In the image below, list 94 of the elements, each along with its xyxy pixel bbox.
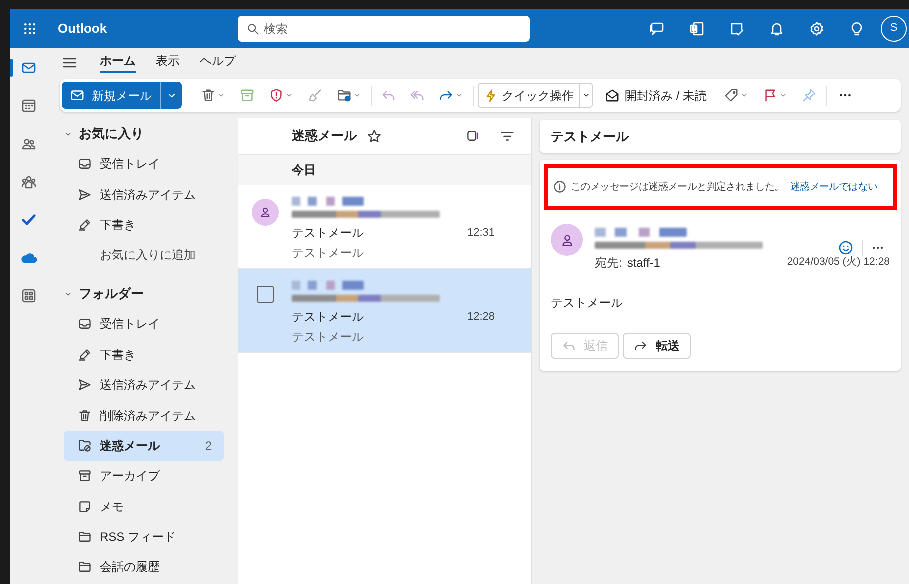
redacted-sender-name [292, 281, 364, 290]
folder-icon [78, 560, 92, 574]
forward-icon [439, 88, 454, 103]
person-icon [258, 206, 272, 219]
chat-icon [649, 20, 665, 36]
forward-button[interactable]: 転送 [623, 333, 691, 359]
email-body: テストメール [550, 295, 624, 312]
sent-date: 2024/03/05 (火) 12:28 [787, 255, 890, 270]
folder-item[interactable]: 削除済みアイテム [64, 400, 224, 431]
ribbon-tab[interactable]: ヘルプ [200, 51, 236, 73]
folder-title: 迷惑メール [292, 127, 357, 146]
select-icon [466, 129, 480, 143]
person-icon [560, 232, 574, 248]
folder-item[interactable]: 下書き [64, 210, 224, 240]
emoji-reaction-button[interactable] [838, 240, 854, 256]
folder-item[interactable]: 会話の履歴 [64, 552, 224, 583]
message-time: 12:31 [467, 226, 495, 241]
favorite-button[interactable] [367, 128, 382, 144]
checkbox[interactable] [256, 286, 274, 303]
lightbulb-icon [849, 20, 865, 36]
to-label: 宛先: [595, 255, 622, 272]
unread-count: 2 [205, 438, 212, 455]
sent-icon [78, 378, 92, 392]
ribbon-tab[interactable]: 表示 [156, 51, 180, 73]
sweep-icon [308, 88, 323, 103]
drafts-icon [78, 218, 92, 232]
open-envelope-icon [605, 88, 620, 103]
message-time: 12:28 [467, 310, 495, 325]
app-grid-icon [22, 22, 36, 36]
notes-icon [78, 500, 92, 514]
reply-all-icon [410, 88, 425, 103]
section-header[interactable]: お気に入り [64, 119, 224, 149]
note-app-icon [689, 20, 705, 36]
calendar-icon [21, 98, 37, 114]
search-icon [246, 22, 260, 36]
folder-item[interactable]: 送信済みアイテム [64, 179, 224, 210]
section-header[interactable]: フォルダー [64, 279, 224, 310]
move-icon [337, 88, 352, 103]
folder-item[interactable]: アーカイブ [64, 461, 224, 492]
email-subject: テストメール [551, 128, 629, 146]
inbox-icon [78, 317, 92, 332]
junk-icon [78, 438, 92, 453]
bell-icon [769, 20, 785, 36]
task-icon [729, 20, 745, 36]
select-button[interactable] [466, 129, 480, 143]
folder-item[interactable]: 迷惑メール 2 [64, 430, 224, 462]
deleted-icon [78, 408, 92, 423]
ribbon-tab[interactable]: ホーム [100, 51, 136, 73]
report-icon [269, 88, 284, 103]
sent-icon [78, 188, 92, 202]
not-junk-link[interactable]: 迷惑メールではない [790, 180, 878, 194]
apps-icon [21, 288, 37, 304]
tag-icon [724, 88, 740, 103]
drafts-icon [78, 348, 92, 362]
folder-item[interactable]: RSS フィード [64, 522, 224, 552]
smiley-icon [838, 240, 854, 256]
message-subject: テストメール [292, 225, 365, 242]
people-icon [21, 136, 37, 152]
settings-icon [809, 20, 825, 36]
redacted-sender-name [292, 197, 364, 206]
mail-icon [70, 88, 85, 103]
app-name: Outlook [58, 20, 108, 38]
reply-icon [381, 88, 396, 103]
folder-item[interactable]: 送信済みアイテム [64, 370, 224, 400]
delete-icon [201, 88, 216, 103]
read-unread-button[interactable]: 開封済み / 未読 [597, 82, 716, 109]
star-icon [367, 128, 382, 144]
message-subject: テストメール [292, 309, 365, 326]
folder-item[interactable]: 受信トレイ [64, 149, 224, 180]
inbox-icon [78, 157, 92, 172]
search-field[interactable]: 検索 [238, 16, 530, 42]
message-preview: テストメール [292, 329, 364, 346]
message-row[interactable]: テストメール 12:28 テストメール [238, 269, 531, 353]
date-group-header: 今日 [292, 162, 316, 179]
groups-icon [21, 174, 37, 190]
flag-icon [763, 88, 778, 103]
todo-icon [21, 212, 37, 228]
forward-icon [634, 339, 648, 353]
folder-item[interactable]: 下書き [64, 340, 224, 370]
folder-item[interactable]: メモ [64, 492, 224, 522]
recipient-name: staff-1 [627, 255, 660, 272]
add-favorite-link[interactable]: お気に入りに追加 [64, 240, 224, 270]
archive-icon [78, 469, 92, 484]
mail-icon [21, 60, 37, 76]
info-icon [553, 180, 567, 194]
reply-icon [562, 339, 576, 353]
lightning-icon [484, 88, 498, 102]
message-preview: テストメール [292, 245, 364, 262]
junk-notice-text: このメッセージは迷惑メールと判定されました。 [571, 180, 784, 194]
pin-icon [802, 88, 818, 103]
archive-icon [240, 88, 255, 103]
account-avatar[interactable]: S [881, 16, 907, 42]
folder-item[interactable]: 受信トレイ [64, 309, 224, 340]
folder-icon [78, 530, 92, 544]
